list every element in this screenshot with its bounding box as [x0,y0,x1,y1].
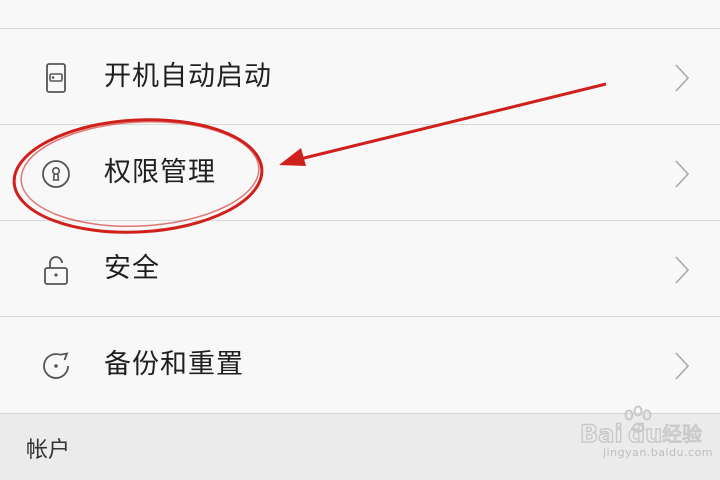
settings-row-label: 安全 [104,253,160,284]
settings-row-permissions[interactable]: 权限管理 [0,125,720,220]
settings-row-auto-start[interactable]: 开机自动启动 [0,29,720,124]
settings-row-label: 备份和重置 [104,349,244,380]
chevron-right-icon [675,160,690,188]
settings-row-label: 开机自动启动 [104,61,272,92]
svg-text:Bai: Bai [580,420,623,448]
svg-text:经验: 经验 [662,422,702,446]
keyhole-icon [42,160,70,188]
chevron-right-icon [675,64,690,92]
settings-row-security[interactable]: 安全 [0,221,720,316]
section-title: 帐户 [26,438,71,463]
previous-row-remnant [0,0,720,28]
settings-row-label: 权限管理 [104,157,216,188]
watermark-url: jingyan.baidu.com [603,446,714,459]
baidu-jingyan-logo: Bai du 经验 [580,405,703,449]
refresh-icon [43,352,69,379]
lock-open-icon [44,256,68,285]
settings-row-backup-reset[interactable]: 备份和重置 [0,317,720,412]
svg-text:du: du [628,420,662,448]
phone-card-icon [46,63,66,93]
chevron-right-icon [675,352,690,380]
chevron-right-icon [675,256,690,284]
